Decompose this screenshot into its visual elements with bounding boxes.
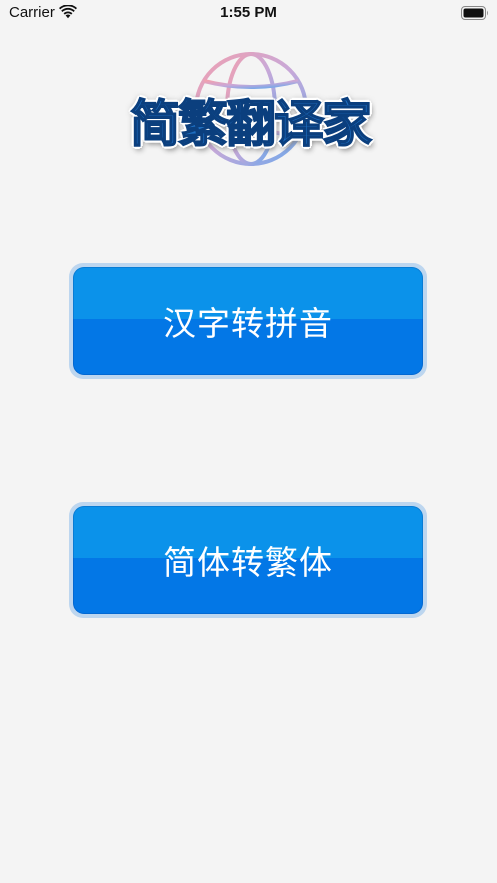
simplified-to-traditional-button[interactable]: 简体转繁体 (69, 502, 427, 618)
status-bar: Carrier 1:55 PM (0, 0, 497, 26)
battery-icon (461, 6, 488, 20)
simplified-to-traditional-button-face[interactable]: 简体转繁体 (73, 506, 423, 614)
hanzi-to-pinyin-button-face[interactable]: 汉字转拼音 (73, 267, 423, 375)
simplified-to-traditional-label: 简体转繁体 (163, 543, 333, 582)
status-time: 1:55 PM (220, 4, 277, 21)
hanzi-to-pinyin-button[interactable]: 汉字转拼音 (69, 263, 427, 379)
hanzi-to-pinyin-label: 汉字转拼音 (163, 304, 333, 343)
app-logo: 简繁翻译家 (105, 48, 395, 170)
app-title: 简繁翻译家 (129, 94, 373, 154)
